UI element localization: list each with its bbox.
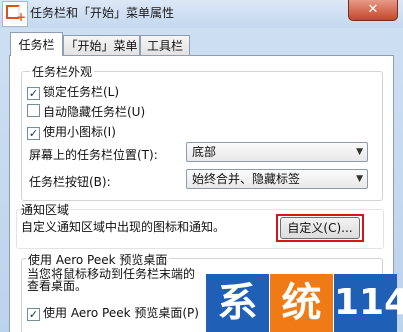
auto-hide-label: 自动隐藏任务栏(U) xyxy=(43,105,146,119)
checkbox-checked-icon: ✓ xyxy=(27,308,40,321)
window-title: 任务栏和「开始」菜单属性 xyxy=(30,6,175,20)
watermark-char-xi: 系 xyxy=(206,274,269,332)
watermark-char-tong: 统 xyxy=(270,274,333,332)
lock-taskbar-label: 锁定任务栏(L) xyxy=(43,85,120,99)
aero-peek-checkbox[interactable]: ✓ 使用 Aero Peek 预览桌面(P) xyxy=(27,304,199,321)
tab-toolbars[interactable]: 工具栏 xyxy=(140,35,190,55)
taskbar-settings-icon: + xyxy=(2,1,28,27)
close-button[interactable]: ✕ xyxy=(348,0,398,21)
lock-taskbar-checkbox[interactable]: ✓ 锁定任务栏(L) xyxy=(27,83,119,100)
aero-peek-description-line2: 查看桌面。 xyxy=(27,279,88,293)
taskbar-location-value: 底部 xyxy=(192,145,217,159)
aero-peek-title: 使用 Aero Peek 预览桌面 xyxy=(26,251,170,268)
watermark-number: 114 xyxy=(334,274,403,332)
checkbox-checked-icon: ✓ xyxy=(27,127,40,140)
small-icons-label: 使用小图标(I) xyxy=(43,125,116,139)
taskbar-location-select[interactable]: 底部 ▼ xyxy=(186,142,368,162)
notification-area-description: 自定义通知区域中出现的图标和通知。 xyxy=(21,220,226,234)
taskbar-buttons-value: 始终合并、隐藏标签 xyxy=(192,172,301,186)
dropdown-arrow-icon: ▼ xyxy=(356,174,363,184)
checkbox-empty-icon xyxy=(27,104,40,117)
checkbox-checked-icon: ✓ xyxy=(27,87,40,100)
taskbar-buttons-select[interactable]: 始终合并、隐藏标签 ▼ xyxy=(186,169,368,189)
notification-area-title: 通知区域 xyxy=(21,203,70,217)
taskbar-location-label: 屏幕上的任务栏位置(T): xyxy=(29,148,158,162)
properties-window: + 任务栏和「开始」菜单属性 ✕ 任务栏 「开始」菜单 工具栏 任务栏外观 ✓ 锁… xyxy=(0,0,403,332)
auto-hide-checkbox[interactable]: 自动隐藏任务栏(U) xyxy=(27,103,145,120)
customize-button[interactable]: 自定义(C)... xyxy=(280,217,360,239)
tab-start-menu[interactable]: 「开始」菜单 xyxy=(63,35,140,55)
title-bar: + 任务栏和「开始」菜单属性 ✕ xyxy=(0,0,403,28)
aero-peek-checkbox-label: 使用 Aero Peek 预览桌面(P) xyxy=(43,306,199,320)
taskbar-appearance-title: 任务栏外观 xyxy=(30,63,95,80)
dropdown-arrow-icon: ▼ xyxy=(356,147,363,157)
tab-taskbar[interactable]: 任务栏 xyxy=(10,32,63,56)
small-icons-checkbox[interactable]: ✓ 使用小图标(I) xyxy=(27,123,116,140)
taskbar-buttons-label: 任务栏按钮(B): xyxy=(29,175,111,189)
